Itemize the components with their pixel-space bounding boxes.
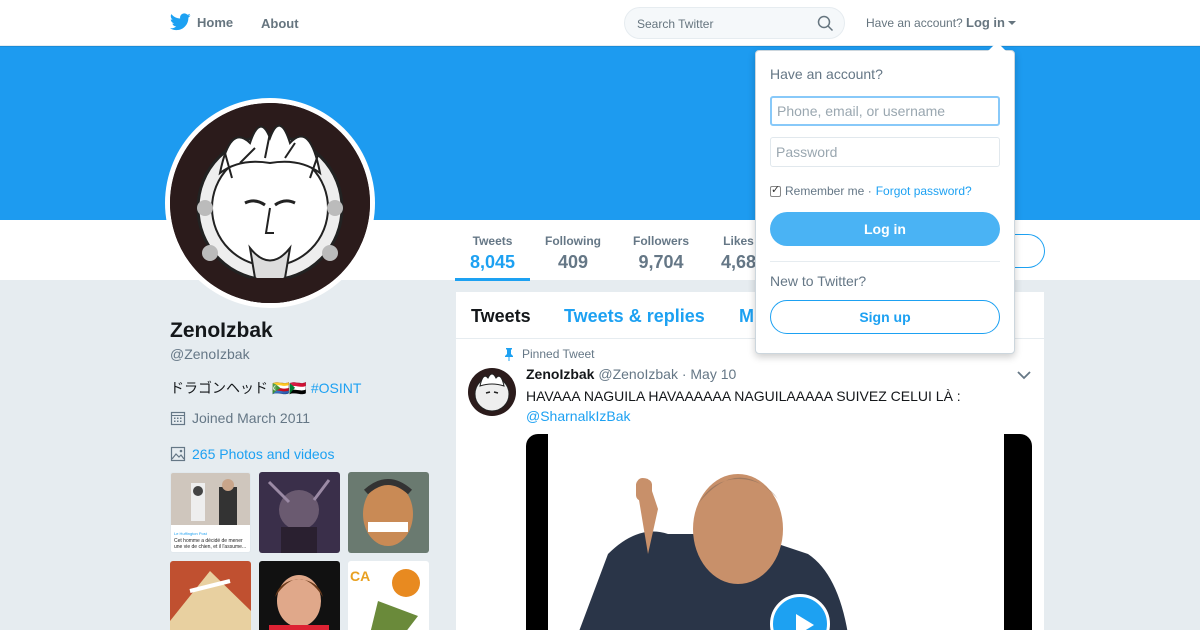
media-thumbnail[interactable]: Le Huffington Post Cet homme a décidé de… (170, 472, 251, 553)
search-placeholder: Search Twitter (637, 17, 714, 31)
tweet-body: HAVAAA NAGUILA HAVAAAAAA NAGUILAAAAA SUI… (526, 388, 961, 404)
tweet-author-name[interactable]: ZenoIzbak (526, 366, 594, 382)
twitter-bird-icon (170, 13, 191, 31)
calendar-icon (170, 411, 186, 426)
search-icon[interactable] (817, 15, 834, 32)
tweet-author-handle[interactable]: @ZenoIzbak (598, 366, 678, 382)
caret-down-icon[interactable] (1008, 21, 1016, 25)
tab-media[interactable]: M (739, 306, 754, 327)
photos-videos-link[interactable]: 265 Photos and videos (170, 446, 334, 462)
dropdown-title: Have an account? (770, 66, 883, 82)
top-nav: Home About Search Twitter Have an accoun… (0, 0, 1200, 46)
profile-avatar[interactable] (165, 98, 375, 308)
tweet-avatar[interactable] (468, 368, 516, 416)
search-input[interactable]: Search Twitter (624, 7, 845, 39)
nav-home-label: Home (197, 14, 234, 30)
thumb-caption-source: Le Huffington Post (174, 531, 207, 536)
bio-text: ドラゴンヘッド (170, 380, 268, 396)
thumb-caption: Cet homme a décidé de mener une vie de c… (174, 538, 247, 550)
bio-flags: 🇰🇲🇸🇩 (272, 379, 307, 396)
svg-text:CA: CA (350, 568, 370, 584)
video-frame (548, 434, 1004, 630)
login-button[interactable]: Log in (770, 212, 1000, 246)
stat-likes[interactable]: Likes 4,68 (721, 234, 756, 273)
password-input[interactable] (770, 137, 1000, 167)
forgot-password-link[interactable]: Forgot password? (876, 184, 972, 198)
profile-bio: ドラゴンヘッド 🇰🇲🇸🇩 #OSINT (170, 378, 361, 398)
stat-followers[interactable]: Followers 9,704 (633, 234, 689, 273)
tab-tweets[interactable]: Tweets (471, 306, 531, 327)
divider (770, 261, 1000, 262)
media-thumbnail[interactable]: CA (348, 561, 429, 630)
tab-tweets-replies[interactable]: Tweets & replies (564, 306, 705, 327)
media-thumbnail[interactable] (259, 472, 340, 553)
pinned-text: Pinned Tweet (522, 347, 595, 361)
avatar-image (170, 103, 370, 303)
login-dropdown: Have an account? Remember me · Forgot pa… (755, 42, 1015, 354)
tweet-mention-link[interactable]: @SharnalkIzBak (526, 408, 630, 424)
pinned-tweet-label: Pinned Tweet (504, 347, 595, 361)
have-account-text: Have an account? (866, 16, 963, 30)
media-thumbnail[interactable] (348, 472, 429, 553)
joined-label: Joined March 2011 (192, 410, 311, 426)
new-to-twitter-text: New to Twitter? (770, 273, 867, 289)
login-dropdown-toggle[interactable]: Log in (966, 15, 1005, 30)
remember-me-row: Remember me · Forgot password? (770, 183, 972, 198)
nav-home[interactable]: Home (170, 13, 233, 31)
tweet-date[interactable]: · May 10 (682, 366, 736, 382)
chevron-down-icon[interactable] (1017, 370, 1031, 380)
nav-about[interactable]: About (261, 16, 299, 31)
media-thumbnail[interactable] (170, 561, 251, 630)
signup-button[interactable]: Sign up (770, 300, 1000, 334)
tweet-video[interactable] (526, 434, 1032, 630)
profile-name: ZenoIzbak (170, 319, 273, 342)
profile-handle: @ZenoIzbak (170, 346, 250, 362)
stat-following[interactable]: Following 409 (545, 234, 601, 273)
image-icon (170, 446, 186, 462)
active-stat-underline (455, 278, 530, 281)
remember-me-checkbox[interactable] (770, 183, 781, 197)
bio-hashtag-link[interactable]: #OSINT (311, 380, 362, 396)
remember-me-label[interactable]: Remember me · (785, 184, 872, 198)
stat-tweets[interactable]: Tweets 8,045 (470, 234, 515, 273)
joined-date: Joined March 2011 (170, 410, 310, 426)
pin-icon (505, 347, 513, 361)
media-thumbnail[interactable] (259, 561, 340, 630)
tweet-header: ZenoIzbak @ZenoIzbak · May 10 (526, 366, 736, 382)
username-input[interactable] (770, 96, 1000, 126)
photos-label: 265 Photos and videos (192, 446, 335, 462)
tweet-text: HAVAAA NAGUILA HAVAAAAAA NAGUILAAAAA SUI… (526, 386, 1006, 426)
